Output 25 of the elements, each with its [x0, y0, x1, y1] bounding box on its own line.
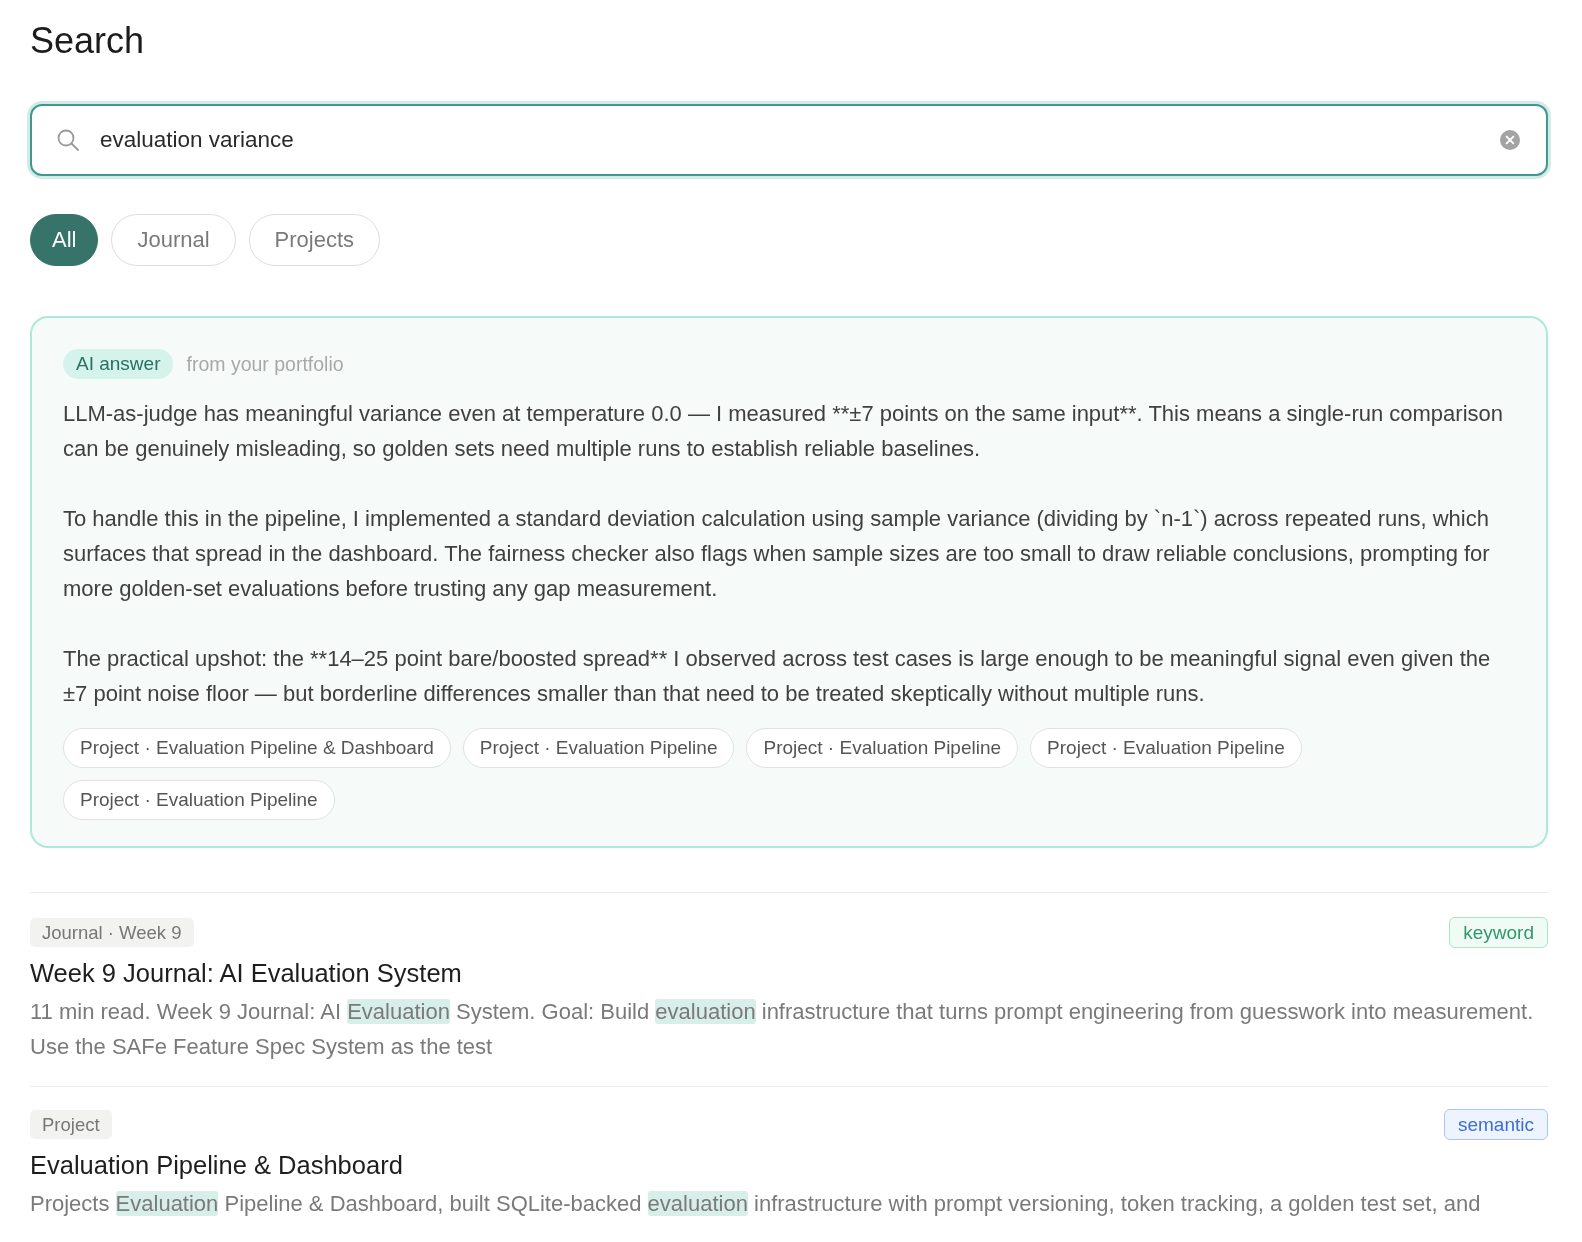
source-link[interactable]: Project · Evaluation Pipeline: [462, 728, 735, 768]
filter-tab[interactable]: Journal: [111, 214, 236, 266]
match-type-tag: semantic: [1443, 1109, 1548, 1140]
answer-paragraph: LLM-as-judge has meaningful variance even at temperature 0.0 — I measured **±7 points on the same input**. This means a single-run comparison can be genuinely misleading, so golden sets need multiple runs to establish reliable baselines.: [63, 400, 1504, 463]
search-field[interactable]: evaluation variance: [30, 104, 1548, 176]
source-link[interactable]: Project · Evaluation Pipeline: [1030, 728, 1302, 768]
result-snippet: Projects Evaluation Pipeline & Dashboard, built SQLite-backed evaluation infrastructure with prompt versioning, token tracking, a golden test set, and: [30, 1190, 1482, 1218]
answer-paragraph: To handle this in the pipeline, I implemented a standard deviation calculation using sample variance (dividing by `n-1`) across repeated runs, which surfaces that spread in the dashboard. The fairness checker also flags when sample sizes are too small to draw reliable conclusions, prompting for more golden-set evaluations before trusting any gap measurement.: [63, 505, 1491, 603]
result-snippet: 11 min read. Week 9 Journal: AI Evaluation System. Goal: Build evaluation infrastructure that turns prompt engineering from guesswork into measurement. Use the SAFe Feature Spec System as the test: [30, 998, 1535, 1061]
page-title: Search: [30, 20, 145, 62]
match-type-tag: keyword: [1449, 917, 1548, 948]
result-title[interactable]: Week 9 Journal: AI Evaluation System: [30, 957, 462, 989]
source-link[interactable]: Project · Evaluation Pipeline: [746, 728, 1019, 768]
source-link[interactable]: Project · Evaluation Pipeline & Dashboard: [63, 728, 451, 768]
source-note: from your portfolio: [186, 352, 344, 376]
filter-tab[interactable]: Projects: [248, 214, 381, 266]
answer-paragraph: The practical upshot: the **14–25 point bare/boosted spread** I observed across test cases is large enough to be meaningful signal even given the ±7 point noise floor — but borderline differences smaller than that need to be treated skeptically without multiple runs.: [63, 645, 1492, 708]
clear-icon[interactable]: [1500, 130, 1520, 150]
source-link[interactable]: Project · Evaluation Pipeline: [63, 780, 335, 820]
result-category-tag: Project: [30, 1110, 112, 1139]
search-icon: [57, 129, 79, 151]
ai-answer-label: AI answer: [63, 349, 174, 379]
result-title[interactable]: Evaluation Pipeline & Dashboard: [30, 1149, 403, 1181]
result-category-tag: Journal · Week 9: [30, 918, 194, 947]
filter-tab[interactable]: All: [30, 214, 99, 266]
